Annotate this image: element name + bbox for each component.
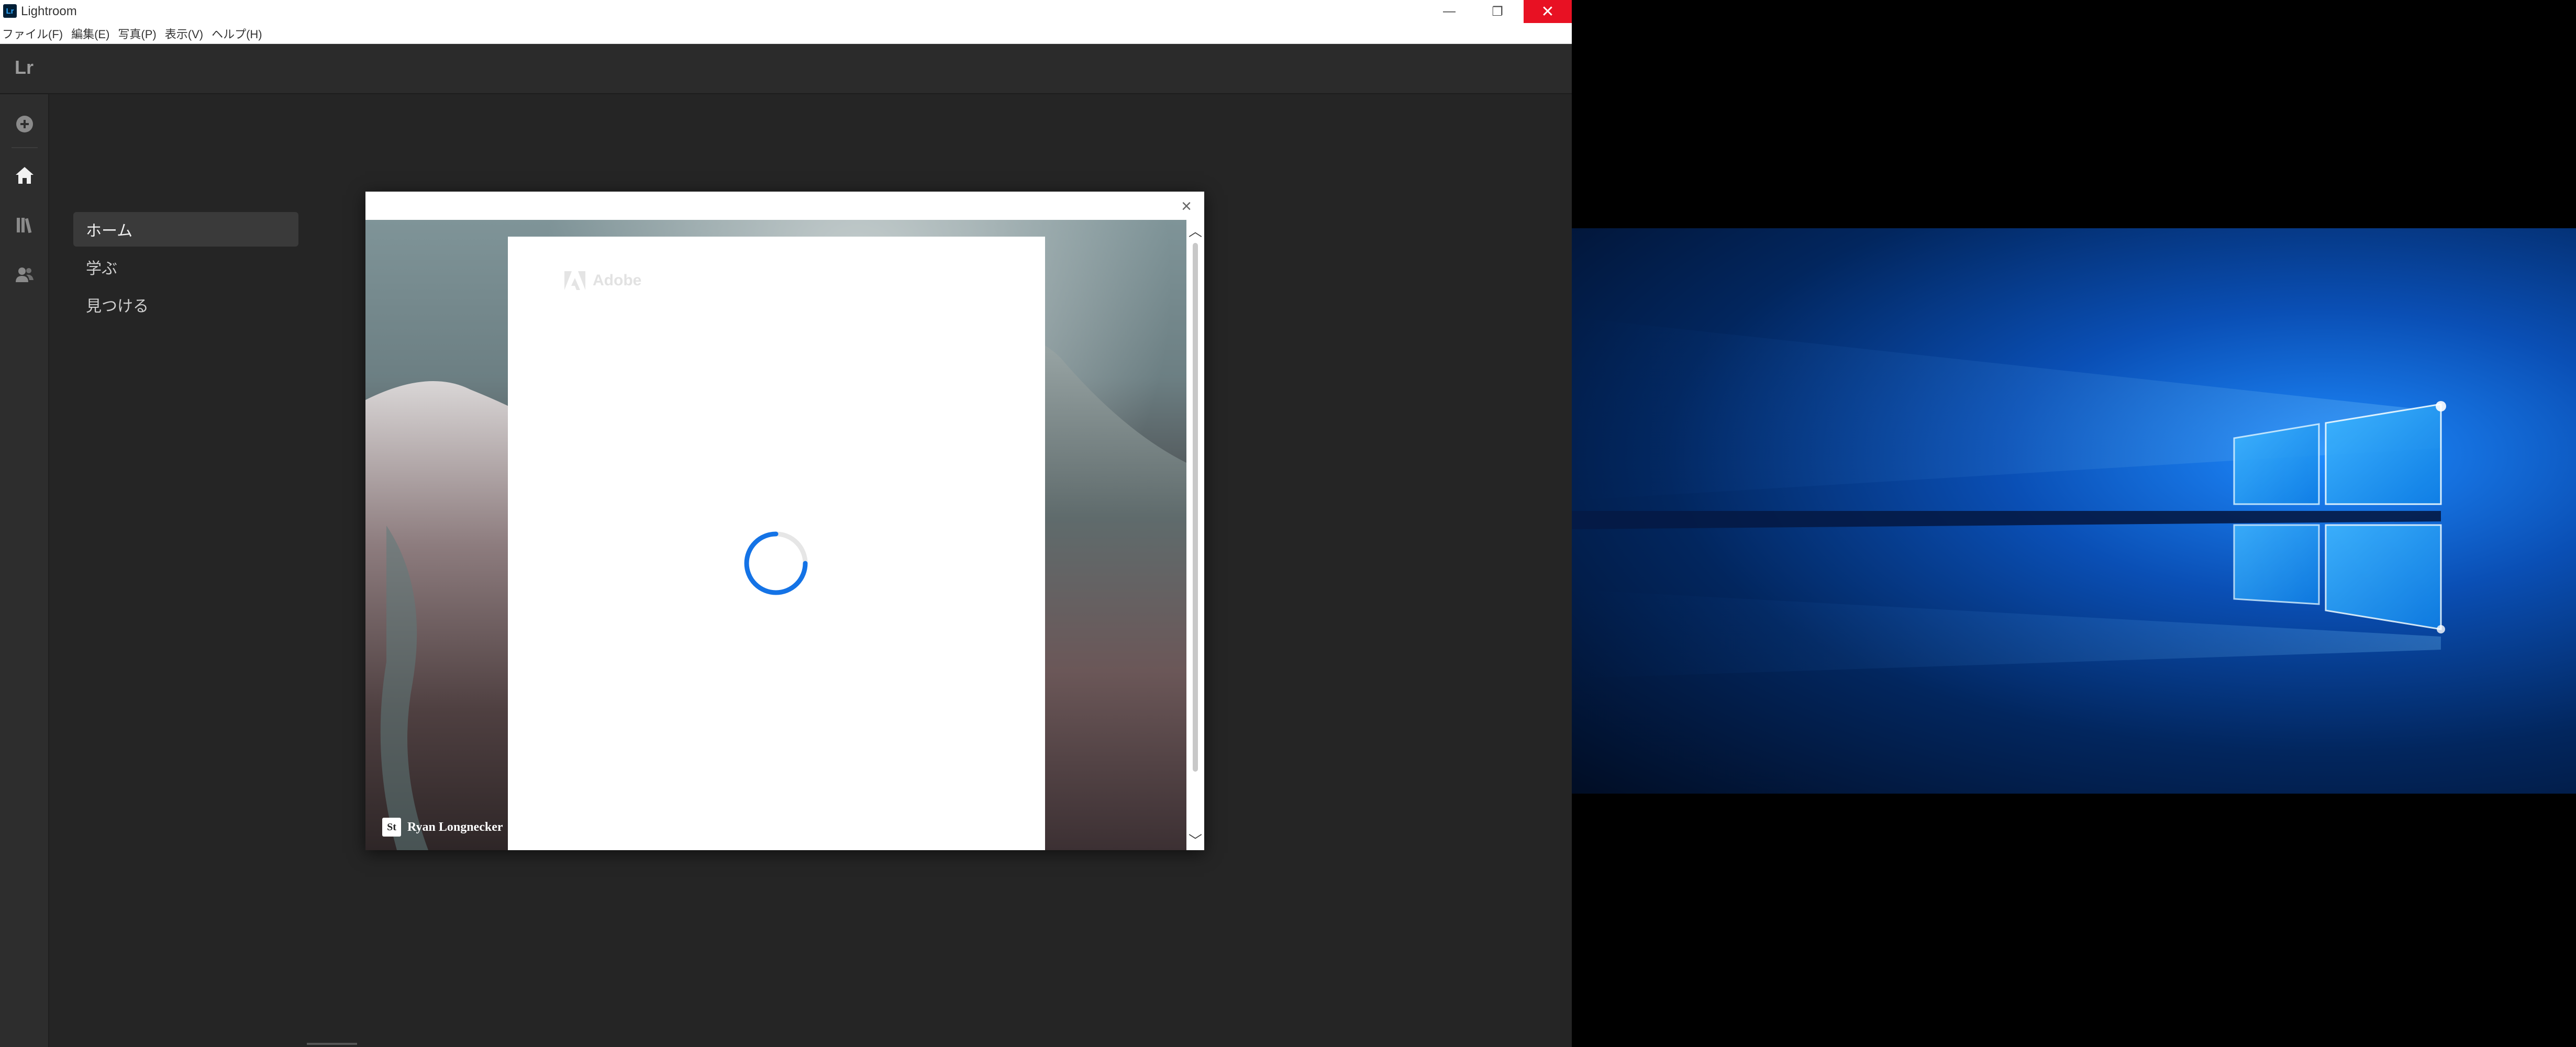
bottom-indicator	[307, 1043, 357, 1045]
people-icon[interactable]	[12, 262, 38, 288]
photo-credit: St Ryan Longnecker	[382, 818, 503, 837]
close-window-button[interactable]: ✕	[1524, 0, 1572, 23]
desktop-area	[1572, 0, 2576, 1047]
menu-view[interactable]: 表示(V)	[165, 25, 203, 42]
nav-item-label: 学ぶ	[86, 260, 117, 277]
library-icon[interactable]	[12, 212, 38, 238]
scroll-down-icon[interactable]: ﹀	[1186, 829, 1204, 850]
home-nav: ホーム 学ぶ 見つける	[73, 212, 298, 325]
menu-help[interactable]: ヘルプ(H)	[212, 25, 262, 42]
adobe-logo: Adobe	[564, 271, 641, 290]
photographer-name: Ryan Longnecker	[407, 820, 503, 834]
scroll-up-icon[interactable]: ︿	[1186, 220, 1204, 241]
app-logo-icon: Lr	[3, 4, 17, 18]
left-rail	[0, 94, 49, 1047]
menu-bar: ファイル(F) 編集(E) 写真(P) 表示(V) ヘルプ(H)	[0, 23, 1572, 44]
title-bar: Lr Lightroom — ❐ ✕	[0, 0, 1572, 23]
nav-item-home[interactable]: ホーム	[73, 212, 298, 247]
minimize-button[interactable]: —	[1425, 0, 1473, 23]
maximize-button[interactable]: ❐	[1473, 0, 1522, 23]
menu-file[interactable]: ファイル(F)	[2, 25, 63, 42]
nav-item-learn[interactable]: 学ぶ	[73, 250, 298, 284]
windows-logo-light-image	[1572, 317, 2446, 678]
signin-card: Adobe	[508, 237, 1045, 850]
adobe-stock-badge-icon: St	[382, 818, 401, 837]
window-title: Lightroom	[21, 4, 77, 18]
dialog-scrollbar[interactable]: ︿ ﹀	[1186, 220, 1204, 850]
rail-divider	[12, 147, 38, 148]
nav-item-label: ホーム	[86, 222, 133, 240]
loading-spinner-icon	[744, 531, 808, 595]
nav-item-label: 見つける	[86, 298, 149, 315]
signin-dialog: × St Ryan Longnecker Adobe ︿ ﹀	[365, 192, 1204, 850]
nav-item-discover[interactable]: 見つける	[73, 287, 298, 322]
dialog-background-photo: St Ryan Longnecker Adobe	[365, 220, 1186, 850]
menu-photo[interactable]: 写真(P)	[118, 25, 156, 42]
lr-brand-logo: Lr	[15, 57, 34, 78]
home-icon[interactable]	[12, 162, 38, 188]
windows-wallpaper	[1572, 228, 2576, 794]
app-header: Lr	[0, 44, 1572, 94]
lightroom-window: Lr Lightroom — ❐ ✕ ファイル(F) 編集(E) 写真(P) 表…	[0, 0, 1572, 1047]
dialog-close-button[interactable]: ×	[1177, 196, 1196, 216]
add-photos-icon[interactable]	[12, 111, 38, 137]
menu-edit[interactable]: 編集(E)	[71, 25, 109, 42]
adobe-label: Adobe	[593, 272, 642, 289]
scroll-thumb[interactable]	[1193, 243, 1198, 772]
adobe-icon	[564, 271, 585, 290]
